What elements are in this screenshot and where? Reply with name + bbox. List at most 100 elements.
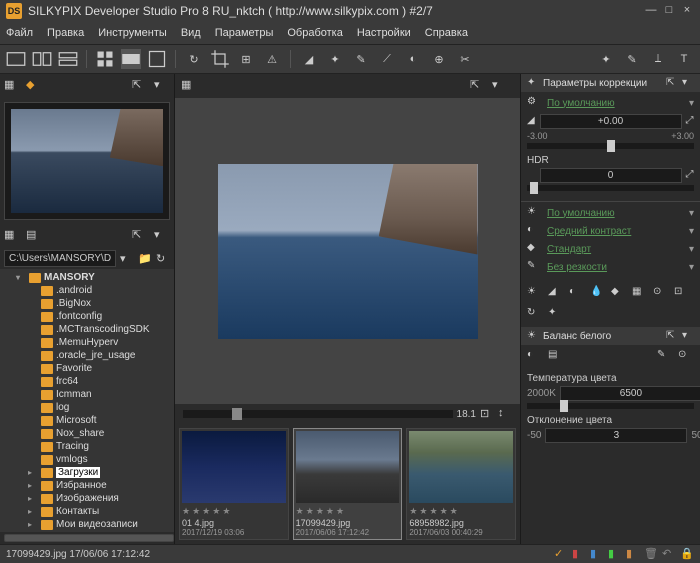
strip-nr-icon[interactable]: ▦ <box>632 286 648 302</box>
panel-pin-icon[interactable]: ⇱ <box>666 77 678 89</box>
tool4-icon[interactable]: ⊕ <box>429 49 449 69</box>
thumb-3[interactable]: ★★★★★ 68958982.jpg 2017/06/03 00:40:29 <box>406 428 516 540</box>
wb-picker-icon[interactable]: ✎ <box>657 349 673 365</box>
close-button[interactable]: × <box>680 4 694 18</box>
menu-view[interactable]: Вид <box>181 27 201 39</box>
layout3-icon[interactable] <box>58 49 78 69</box>
list-tab-icon[interactable]: ▤ <box>26 228 42 244</box>
right1-icon[interactable]: ✦ <box>596 49 616 69</box>
tool1-icon[interactable]: ◢ <box>299 49 319 69</box>
temp-input[interactable] <box>560 386 700 401</box>
strip-contrast-icon[interactable]: ◐ <box>569 286 585 302</box>
temp-slider[interactable] <box>527 403 694 409</box>
tree-item[interactable]: .BigNox <box>2 297 172 310</box>
tree-item[interactable]: ▸Мои видеозаписи <box>2 518 172 531</box>
menu-help[interactable]: Справка <box>425 27 468 39</box>
preview-area[interactable] <box>175 98 520 404</box>
wb-expand-icon[interactable]: ▾ <box>689 208 694 219</box>
sharp-expand-icon[interactable]: ▾ <box>689 262 694 273</box>
wb-preset-link[interactable]: По умолчанию <box>547 208 683 219</box>
brush-icon[interactable]: ⟋ <box>377 49 397 69</box>
folder-tab-icon[interactable]: ▦ <box>4 228 20 244</box>
menu-tools[interactable]: Инструменты <box>98 27 167 39</box>
eyedrop-icon[interactable]: ✎ <box>351 49 371 69</box>
warning-icon[interactable]: ⚠ <box>262 49 282 69</box>
crop-icon[interactable] <box>210 49 230 69</box>
wb-reset-icon[interactable]: ⊙ <box>678 349 694 365</box>
exposure-reset-icon[interactable]: ⤢ <box>686 115 695 129</box>
wb-collapse-icon[interactable]: ▾ <box>682 330 694 342</box>
tree-item[interactable]: .MCTranscodingSDK <box>2 323 172 336</box>
menu-file[interactable]: Файл <box>6 27 33 39</box>
strip-drop-icon[interactable]: 💧 <box>590 286 606 302</box>
tree-item[interactable]: ▸Изображения <box>2 492 172 505</box>
tree-item[interactable]: Microsoft <box>2 414 172 427</box>
tree-item[interactable]: Tracing <box>2 440 172 453</box>
sb-mark1-icon[interactable]: ▮ <box>572 547 586 561</box>
tree-item[interactable]: .fontconfig <box>2 310 172 323</box>
color-link[interactable]: Стандарт <box>547 244 683 255</box>
grid1-icon[interactable] <box>95 49 115 69</box>
tree-scrollbar[interactable] <box>0 532 174 544</box>
contrast-link[interactable]: Средний контраст <box>547 226 683 237</box>
tree-item[interactable]: ▸Контакты <box>2 505 172 518</box>
menu-process[interactable]: Обработка <box>287 27 342 39</box>
sb-undo-icon[interactable]: ↶ <box>662 547 676 561</box>
sb-lock-icon[interactable]: 🔒 <box>680 547 694 561</box>
preview-pin-icon[interactable]: ⇱ <box>470 78 486 94</box>
nav-close-icon[interactable]: ▾ <box>154 78 170 94</box>
folder-pin-icon[interactable]: ⇱ <box>132 228 148 244</box>
strip-sun-icon[interactable]: ☀ <box>527 286 543 302</box>
preset-link[interactable]: По умолчанию <box>547 98 683 109</box>
wb-pin-icon[interactable]: ⇱ <box>666 330 678 342</box>
tree-item[interactable]: log <box>2 401 172 414</box>
tool5-icon[interactable]: ✂ <box>455 49 475 69</box>
strip-fx-icon[interactable]: ✦ <box>548 307 564 323</box>
sharp-link[interactable]: Без резкости <box>547 262 683 273</box>
right3-icon[interactable]: ⟘ <box>648 49 668 69</box>
grid4-icon[interactable]: ⊞ <box>236 49 256 69</box>
tree-item[interactable]: Favorite <box>2 362 172 375</box>
tree-item[interactable]: Icmman <box>2 388 172 401</box>
sb-check-icon[interactable]: ✓ <box>554 547 568 561</box>
preview-close-icon[interactable]: ▾ <box>492 78 508 94</box>
layout2-icon[interactable] <box>32 49 52 69</box>
tree-item[interactable]: vmlogs <box>2 453 172 466</box>
wb-mode-icon[interactable]: ▤ <box>548 349 564 365</box>
folder-tree[interactable]: ▾MANSORY .android.BigNox.fontconfig.MCTr… <box>0 269 174 532</box>
zoom-expand-icon[interactable]: ↕ <box>498 407 512 421</box>
thumb-1[interactable]: ★★★★★ 01 4.jpg 2017/12/19 03:06 <box>179 428 289 540</box>
nav-tab2-icon[interactable]: ◆ <box>26 78 42 94</box>
strip-tone-icon[interactable]: ◢ <box>548 286 564 302</box>
tree-item[interactable]: .MemuHyperv <box>2 336 172 349</box>
sb-mark3-icon[interactable]: ▮ <box>608 547 622 561</box>
sb-trash-icon[interactable]: 🗑 <box>644 547 658 561</box>
rotate-icon[interactable]: ↻ <box>184 49 204 69</box>
right2-icon[interactable]: ✎ <box>622 49 642 69</box>
nav-pin-icon[interactable]: ⇱ <box>132 78 148 94</box>
color-expand-icon[interactable]: ▾ <box>689 244 694 255</box>
path-input[interactable] <box>4 250 116 267</box>
hdr-input[interactable] <box>540 168 682 183</box>
exposure-slider[interactable] <box>527 143 694 149</box>
folder-up-icon[interactable]: 📁 <box>138 252 152 266</box>
zoom-slider[interactable] <box>183 410 453 418</box>
thumb-2[interactable]: ★★★★★ 17099429.jpg 2017/06/06 17:12:42 <box>293 428 403 540</box>
tool2-icon[interactable]: ✦ <box>325 49 345 69</box>
panel-collapse-icon[interactable]: ▾ <box>682 77 694 89</box>
sb-mark4-icon[interactable]: ▮ <box>626 547 640 561</box>
preset-expand-icon[interactable]: ▾ <box>689 98 694 109</box>
preview-tab-icon[interactable]: ▦ <box>181 78 197 94</box>
exposure-input[interactable] <box>540 114 682 129</box>
contrast-expand-icon[interactable]: ▾ <box>689 226 694 237</box>
strip-rotate-icon[interactable]: ↻ <box>527 307 543 323</box>
refresh-icon[interactable]: ↻ <box>156 252 170 266</box>
grid3-icon[interactable] <box>147 49 167 69</box>
path-dropdown-icon[interactable]: ▾ <box>120 252 134 266</box>
menu-settings[interactable]: Настройки <box>357 27 411 39</box>
tint-input[interactable] <box>545 428 687 443</box>
navigator-thumbnail[interactable] <box>4 102 170 220</box>
minimize-button[interactable]: — <box>644 4 658 18</box>
sb-mark2-icon[interactable]: ▮ <box>590 547 604 561</box>
tree-item[interactable]: .android <box>2 284 172 297</box>
